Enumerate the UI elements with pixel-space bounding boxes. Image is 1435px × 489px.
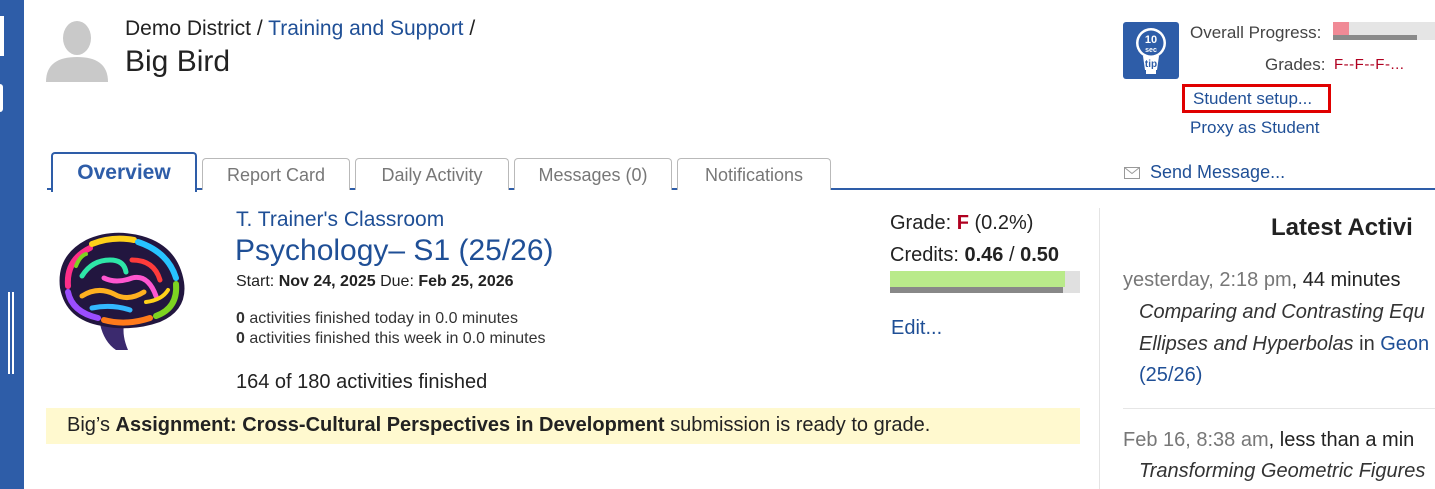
tab-messages[interactable]: Messages (0) xyxy=(514,158,672,190)
avatar xyxy=(44,16,110,82)
course-dates: Start: Nov 24, 2025 Due: Feb 25, 2026 xyxy=(236,273,514,291)
notice-assignment: Assignment: Cross-Cultural Perspectives … xyxy=(115,414,665,436)
notice-prefix: Big’s xyxy=(67,414,116,436)
overall-progress-fill xyxy=(1333,22,1349,36)
activity-1-course-link-cont[interactable]: (25/26) xyxy=(1139,364,1202,387)
column-divider xyxy=(1099,208,1100,489)
course-brain-image xyxy=(52,226,192,354)
activities-finished: 164 of 180 activities finished xyxy=(236,371,488,393)
breadcrumb: Demo District / Training and Support / xyxy=(125,17,475,41)
course-title-link[interactable]: Psychology– S1 (25/26) xyxy=(235,234,554,268)
activity-1-in: in xyxy=(1353,333,1381,355)
activity-1-line2: Ellipses and Hyperbolas in Geon xyxy=(1139,333,1429,356)
envelope-icon xyxy=(1124,163,1140,184)
tip-number: 10 xyxy=(1145,34,1157,46)
send-message-link[interactable]: Send Message... xyxy=(1124,162,1285,184)
tab-daily-activity[interactable]: Daily Activity xyxy=(355,158,509,190)
student-setup-link[interactable]: Student setup... xyxy=(1182,84,1331,113)
today-count: 0 xyxy=(236,310,245,327)
activity-item-2-time: Feb 16, 8:38 am, less than a min xyxy=(1123,429,1414,452)
grade-label: Grade: xyxy=(890,212,952,234)
today-text: activities finished today in 0.0 minutes xyxy=(244,310,518,327)
grade-summary: Grade: F (0.2%) xyxy=(890,212,1033,235)
tab-notifications[interactable]: Notifications xyxy=(677,158,831,190)
person-silhouette-icon xyxy=(46,21,108,82)
activity-1-duration: , 44 minutes xyxy=(1291,269,1401,291)
grading-notice[interactable]: Big’s Assignment: Cross-Cultural Perspec… xyxy=(46,408,1080,444)
notice-suffix: submission is ready to grade. xyxy=(664,414,931,436)
credits-label: Credits: xyxy=(890,244,959,266)
activity-1-timestamp: yesterday, 2:18 pm xyxy=(1123,269,1292,291)
credits-summary: Credits: 0.46 / 0.50 xyxy=(890,244,1059,267)
classroom-link[interactable]: T. Trainer's Classroom xyxy=(236,208,444,232)
overall-progress-underline xyxy=(1333,35,1417,40)
tab-report-card[interactable]: Report Card xyxy=(202,158,350,190)
activity-1-title: Ellipses and Hyperbolas xyxy=(1139,333,1354,355)
edit-course-link[interactable]: Edit... xyxy=(891,317,942,340)
credits-progress-fill xyxy=(890,271,1065,287)
rail-mark-mid xyxy=(0,84,3,112)
start-label: Start: xyxy=(236,273,275,290)
latest-activity-title: Latest Activi xyxy=(1271,214,1413,241)
send-message-label: Send Message... xyxy=(1150,162,1286,182)
student-name: Big Bird xyxy=(125,45,231,78)
left-nav-rail[interactable] xyxy=(0,0,24,489)
breadcrumb-separator-2: / xyxy=(469,17,476,40)
grades-label: Grades: xyxy=(1265,55,1326,74)
credits-progress-bar xyxy=(890,271,1080,293)
credits-progress-underline xyxy=(890,287,1063,293)
rail-mark-grip-2 xyxy=(12,292,14,374)
proxy-as-student-link[interactable]: Proxy as Student xyxy=(1190,118,1319,138)
tab-overview[interactable]: Overview xyxy=(51,152,197,192)
activities-week: 0 activities finished this week in 0.0 m… xyxy=(236,330,546,348)
activities-today: 0 activities finished today in 0.0 minut… xyxy=(236,310,518,328)
activity-1-line1: Comparing and Contrasting Equ xyxy=(1139,301,1425,323)
tip-sec: sec xyxy=(1145,47,1157,54)
start-date: Nov 24, 2025 xyxy=(278,273,376,290)
rail-mark-grip xyxy=(8,292,10,374)
credits-total: 0.50 xyxy=(1020,244,1060,266)
lightbulb-tip-icon: 10 sec tip xyxy=(1136,28,1166,74)
due-date: Feb 25, 2026 xyxy=(418,273,514,290)
activity-2-timestamp: Feb 16, 8:38 am xyxy=(1123,429,1269,451)
activity-2-line1: Transforming Geometric Figures xyxy=(1139,460,1426,482)
credits-earned: 0.46 xyxy=(964,244,1004,266)
due-label: Due: xyxy=(380,273,414,290)
overall-progress-bar xyxy=(1333,22,1435,40)
breadcrumb-district: Demo District xyxy=(125,17,252,40)
overall-progress-label: Overall Progress: xyxy=(1190,23,1322,42)
rail-mark-top xyxy=(0,16,4,56)
week-text: activities finished this week in 0.0 min… xyxy=(244,330,546,347)
tip-word: tip xyxy=(1145,59,1157,70)
breadcrumb-separator: / xyxy=(256,17,263,40)
breadcrumb-training-link[interactable]: Training and Support xyxy=(268,17,463,40)
grades-summary[interactable]: F--F--F-... xyxy=(1334,56,1404,73)
credits-separator: / xyxy=(1008,244,1015,266)
week-count: 0 xyxy=(236,330,245,347)
activity-item-1-time: yesterday, 2:18 pm, 44 minutes xyxy=(1123,269,1401,292)
activity-1-course-link[interactable]: Geon xyxy=(1380,333,1429,355)
activity-2-duration: , less than a min xyxy=(1268,429,1415,451)
activity-divider xyxy=(1123,408,1435,409)
grade-percent: (0.2%) xyxy=(974,212,1034,234)
grade-letter: F xyxy=(956,212,969,234)
ten-second-tip-button[interactable]: 10 sec tip xyxy=(1123,22,1179,79)
